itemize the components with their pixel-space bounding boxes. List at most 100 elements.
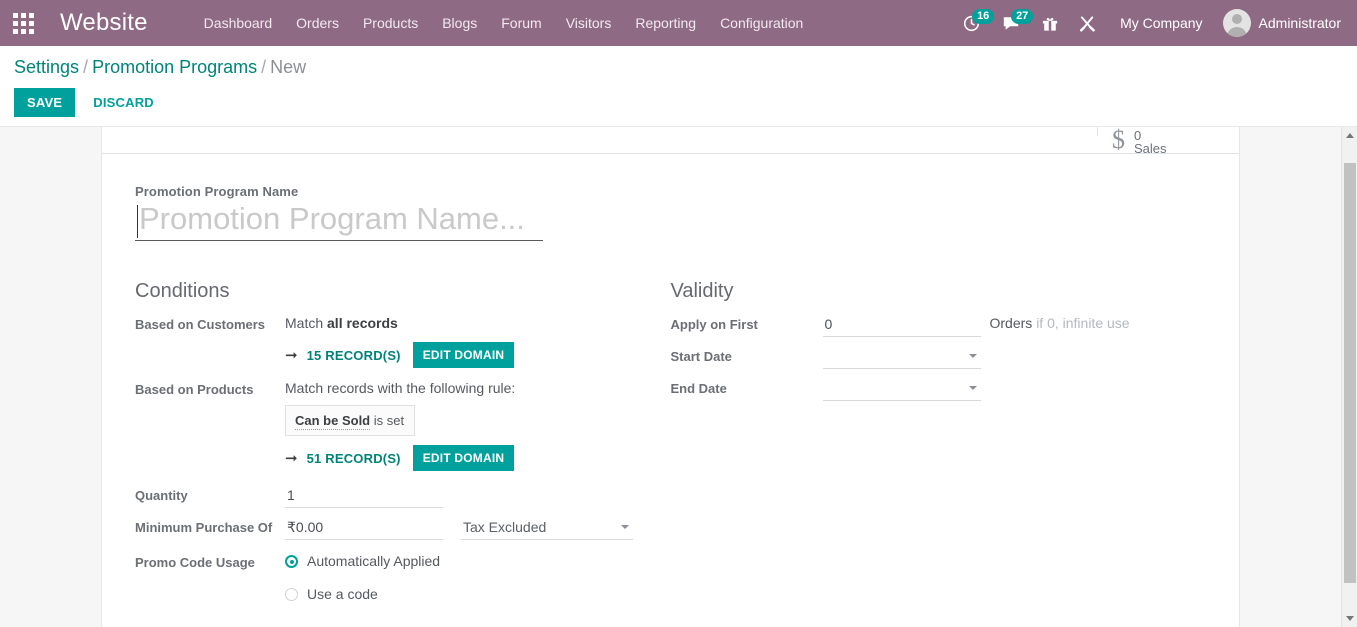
- validity-heading: Validity: [671, 279, 1207, 303]
- developer-tools-menu[interactable]: [1069, 0, 1108, 46]
- title-block: Promotion Program Name: [135, 184, 1206, 241]
- menu-item-reporting[interactable]: Reporting: [623, 0, 708, 46]
- field-end-date: End Date: [671, 378, 1207, 401]
- main-menu: Dashboard Orders Products Blogs Forum Vi…: [192, 0, 816, 46]
- menu-item-orders[interactable]: Orders: [284, 0, 351, 46]
- validity-group: Validity Apply on First Orders if 0, inf…: [671, 279, 1207, 627]
- radio-use-a-code[interactable]: Use a code: [285, 585, 671, 604]
- label-promo-code-usage: Promo Code Usage: [135, 552, 285, 572]
- field-minimum-purchase: Minimum Purchase Of Tax Excluded Tax Inc…: [135, 517, 671, 540]
- conditions-heading: Conditions: [135, 279, 671, 303]
- tax-mode-select[interactable]: Tax Excluded Tax Included: [461, 517, 633, 539]
- app-brand[interactable]: Website: [46, 9, 160, 37]
- page-title-label: Promotion Program Name: [135, 184, 1206, 199]
- messages-badge: 27: [1011, 9, 1033, 24]
- customers-records-link[interactable]: 15 RECORD(S): [307, 346, 401, 365]
- activities-menu[interactable]: 16: [952, 0, 991, 46]
- domain-rule-operator: is set: [370, 413, 404, 428]
- breadcrumb: Settings/Promotion Programs/New: [14, 56, 1341, 78]
- radio-automatically-applied[interactable]: Automatically Applied: [285, 552, 671, 571]
- scroll-down-button[interactable]: [1342, 610, 1357, 627]
- field-quantity: Quantity: [135, 485, 671, 508]
- field-promo-code-usage: Promo Code Usage Automatically Applied U…: [135, 552, 671, 618]
- arrow-right-icon: ➞: [285, 348, 298, 363]
- quantity-input[interactable]: [285, 485, 443, 508]
- label-quantity: Quantity: [135, 485, 285, 505]
- label-based-on-customers: Based on Customers: [135, 314, 285, 334]
- apps-grid-icon[interactable]: [0, 0, 46, 46]
- radio-icon-selected: [285, 555, 298, 568]
- apply-on-first-hint: if 0, infinite use: [1036, 315, 1129, 331]
- navbar-systray: 16 27 My Company Admini: [952, 0, 1357, 46]
- control-panel: Settings/Promotion Programs/New SAVE DIS…: [0, 46, 1357, 127]
- form-view-page: $ 0 Sales Promotion Program Name: [0, 127, 1357, 627]
- top-navbar: Website Dashboard Orders Products Blogs …: [0, 0, 1357, 46]
- apply-on-first-input[interactable]: [823, 314, 981, 337]
- form-scroll-area: $ 0 Sales Promotion Program Name: [0, 127, 1341, 627]
- suffix-orders: Orders: [990, 315, 1033, 331]
- conditions-group: Conditions Based on Customers Match all …: [135, 279, 671, 627]
- edit-domain-products-button[interactable]: EDIT DOMAIN: [413, 445, 515, 471]
- start-date-input[interactable]: [823, 346, 981, 368]
- menu-item-forum[interactable]: Forum: [489, 0, 553, 46]
- radio-icon-unselected: [285, 588, 298, 601]
- user-menu[interactable]: Administrator: [1215, 9, 1347, 37]
- breadcrumb-separator-1: /: [83, 57, 88, 77]
- end-date-input[interactable]: [823, 378, 981, 400]
- menu-item-blogs[interactable]: Blogs: [430, 0, 489, 46]
- domain-rule-field: Can be Sold: [295, 413, 370, 430]
- label-end-date: End Date: [671, 378, 823, 398]
- promotion-program-name-input[interactable]: [135, 201, 543, 240]
- form-columns: Conditions Based on Customers Match all …: [135, 279, 1206, 627]
- field-apply-on-first: Apply on First Orders if 0, infinite use: [671, 314, 1207, 337]
- radio-label-use-a-code: Use a code: [307, 585, 378, 604]
- customers-domain-summary: Match all records: [285, 314, 671, 333]
- radio-label-automatically-applied: Automatically Applied: [307, 552, 440, 571]
- menu-item-dashboard[interactable]: Dashboard: [192, 0, 285, 46]
- arrow-right-icon: ➞: [285, 451, 298, 466]
- label-start-date: Start Date: [671, 346, 823, 366]
- wrench-tools-icon: [1080, 15, 1097, 32]
- apply-on-first-suffix: Orders if 0, infinite use: [990, 314, 1130, 333]
- text-cursor: [137, 205, 138, 238]
- stat-button-sales[interactable]: $ 0 Sales: [1097, 127, 1239, 136]
- scrollbar-thumb[interactable]: [1344, 163, 1356, 583]
- menu-item-products[interactable]: Products: [351, 0, 430, 46]
- customers-record-row: ➞ 15 RECORD(S) EDIT DOMAIN: [285, 342, 671, 368]
- dollar-sign-icon: $: [1112, 127, 1125, 153]
- form-sheet: $ 0 Sales Promotion Program Name: [101, 127, 1240, 627]
- field-start-date: Start Date: [671, 346, 1207, 369]
- record-actions: SAVE DISCARD: [14, 88, 1341, 117]
- gift-icon: [1042, 15, 1058, 32]
- vertical-scrollbar[interactable]: [1341, 127, 1357, 627]
- discard-button[interactable]: DISCARD: [81, 88, 166, 117]
- domain-rule-chip[interactable]: Can be Sold is set: [285, 405, 415, 436]
- stat-button-box: $ 0 Sales: [102, 127, 1239, 154]
- avatar: [1223, 9, 1251, 37]
- customers-match-value: all records: [327, 315, 398, 331]
- breadcrumb-item-promotion-programs[interactable]: Promotion Programs: [92, 57, 257, 77]
- gift-menu[interactable]: [1031, 0, 1069, 46]
- products-domain-summary: Match records with the following rule:: [285, 379, 671, 398]
- breadcrumb-item-current: New: [270, 57, 306, 77]
- label-based-on-products: Based on Products: [135, 379, 285, 399]
- products-records-link[interactable]: 51 RECORD(S): [307, 449, 401, 468]
- breadcrumb-item-settings[interactable]: Settings: [14, 57, 79, 77]
- menu-item-visitors[interactable]: Visitors: [554, 0, 624, 46]
- menu-item-configuration[interactable]: Configuration: [708, 0, 815, 46]
- label-minimum-purchase: Minimum Purchase Of: [135, 517, 285, 537]
- field-based-on-customers: Based on Customers Match all records ➞ 1…: [135, 314, 671, 370]
- user-name: Administrator: [1259, 15, 1341, 31]
- breadcrumb-separator-2: /: [261, 57, 266, 77]
- company-switcher[interactable]: My Company: [1108, 15, 1214, 31]
- save-button[interactable]: SAVE: [14, 88, 75, 117]
- minimum-purchase-input[interactable]: [285, 517, 443, 540]
- stat-label-sales: Sales: [1134, 142, 1167, 155]
- messages-menu[interactable]: 27: [991, 0, 1031, 46]
- edit-domain-customers-button[interactable]: EDIT DOMAIN: [413, 342, 515, 368]
- customers-match-prefix: Match: [285, 315, 327, 331]
- scroll-up-button[interactable]: [1342, 127, 1357, 144]
- field-based-on-products: Based on Products Match records with the…: [135, 379, 671, 473]
- products-record-row: ➞ 51 RECORD(S) EDIT DOMAIN: [285, 445, 671, 471]
- label-apply-on-first: Apply on First: [671, 314, 823, 334]
